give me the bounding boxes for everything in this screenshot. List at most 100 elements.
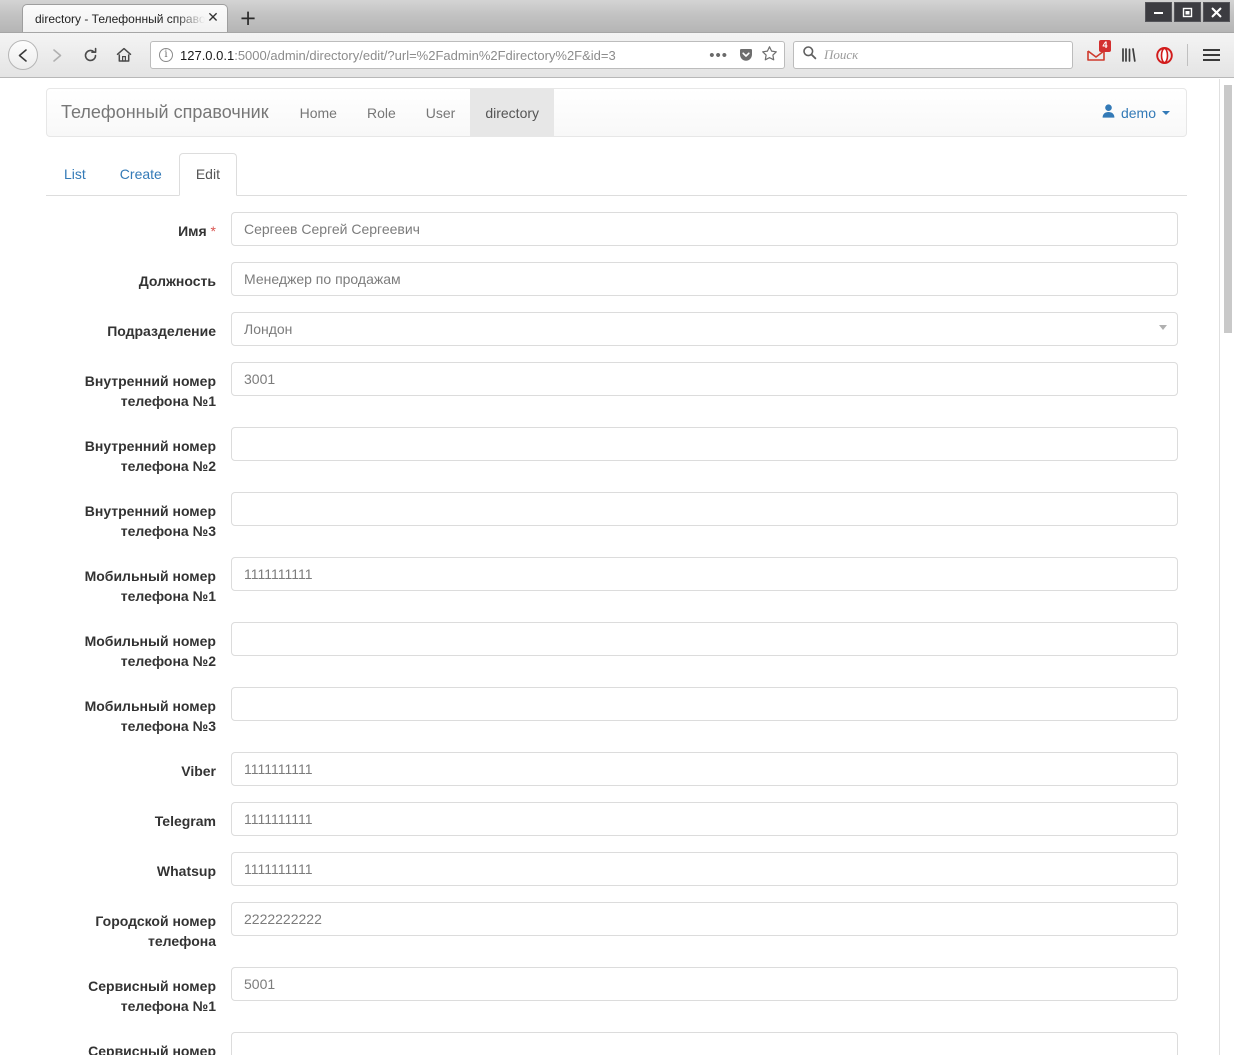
form-row-service-phone-2: Сервисный номер xyxy=(46,1032,1187,1055)
label-name: Имя * xyxy=(178,223,216,239)
browser-extension-icons: 4 xyxy=(1081,40,1226,70)
label-position: Должность xyxy=(138,273,216,289)
window-close-icon[interactable] xyxy=(1203,2,1230,22)
field-wrap-service-phone-2 xyxy=(231,1032,1178,1055)
search-input[interactable]: Поиск xyxy=(824,47,858,63)
forward-button[interactable] xyxy=(40,39,72,71)
field-wrap-whatsup xyxy=(231,852,1178,886)
close-icon[interactable]: ✕ xyxy=(205,10,221,27)
form-row-department: Подразделение xyxy=(46,312,1187,346)
label-mobile-phone-1: Мобильный номер телефона №1 xyxy=(84,568,216,604)
viber-input[interactable] xyxy=(231,752,1178,786)
nav-item-user[interactable]: User xyxy=(411,89,471,136)
internal-phone-2-input[interactable] xyxy=(231,427,1178,461)
browser-tab-title: directory - Телефонный справочник xyxy=(35,11,205,26)
new-tab-icon[interactable]: + xyxy=(230,4,266,32)
nav-item-directory[interactable]: directory xyxy=(470,89,555,136)
browser-titlebar: directory - Телефонный справочник ✕ + xyxy=(0,0,1234,33)
field-wrap-city-phone xyxy=(231,902,1178,936)
whatsup-input[interactable] xyxy=(231,852,1178,886)
opera-extension-icon[interactable] xyxy=(1149,40,1179,70)
page-actions-icon[interactable]: ••• xyxy=(706,47,731,64)
form-row-mobile-phone-2: Мобильный номер телефона №2 xyxy=(46,622,1187,671)
internal-phone-1-input[interactable] xyxy=(231,362,1178,396)
nav-item-role[interactable]: Role xyxy=(352,89,411,136)
field-wrap-telegram xyxy=(231,802,1178,836)
form-row-position: Должность xyxy=(46,262,1187,296)
chevron-down-icon xyxy=(1162,110,1170,115)
pocket-icon[interactable] xyxy=(738,47,754,63)
menu-hamburger-icon[interactable] xyxy=(1196,40,1226,70)
browser-window: directory - Телефонный справочник ✕ + xyxy=(0,0,1234,1055)
address-bar[interactable]: i 127.0.0.1:5000/admin/directory/edit/?u… xyxy=(150,41,785,69)
home-icon[interactable] xyxy=(108,39,140,71)
search-bar[interactable]: Поиск xyxy=(793,41,1073,69)
label-city-phone: Городской номер телефона xyxy=(95,913,216,949)
field-wrap-name xyxy=(231,212,1178,246)
browser-toolbar: i 127.0.0.1:5000/admin/directory/edit/?u… xyxy=(0,33,1234,78)
user-menu-label: demo xyxy=(1120,104,1156,121)
back-button[interactable] xyxy=(8,40,38,70)
person-icon xyxy=(1102,104,1115,121)
form-row-mobile-phone-1: Мобильный номер телефона №1 xyxy=(46,557,1187,606)
minimize-icon[interactable] xyxy=(1145,2,1172,22)
position-input[interactable] xyxy=(231,262,1178,296)
internal-phone-3-input[interactable] xyxy=(231,492,1178,526)
page-scrollbar-thumb[interactable] xyxy=(1224,85,1232,333)
reload-icon[interactable] xyxy=(74,39,106,71)
service-phone-2-input[interactable] xyxy=(231,1032,1178,1055)
mobile-phone-3-input[interactable] xyxy=(231,687,1178,721)
nav-item-home[interactable]: Home xyxy=(285,89,352,136)
label-service-phone-1: Сервисный номер телефона №1 xyxy=(88,978,216,1014)
user-menu[interactable]: demo xyxy=(1102,104,1170,121)
form-row-name: Имя * xyxy=(46,212,1187,246)
browser-tab[interactable]: directory - Телефонный справочник ✕ xyxy=(22,4,228,32)
url-path: :5000/admin/directory/edit/?url=%2Fadmin… xyxy=(234,47,616,63)
field-wrap-mobile-phone-3 xyxy=(231,687,1178,721)
name-input[interactable] xyxy=(231,212,1178,246)
address-bar-text: 127.0.0.1:5000/admin/directory/edit/?url… xyxy=(180,48,699,63)
app-brand[interactable]: Телефонный справочник xyxy=(47,89,285,136)
label-internal-phone-1: Внутренний номер телефона №1 xyxy=(84,373,216,409)
tab-list[interactable]: List xyxy=(47,153,103,196)
field-wrap-mobile-phone-1 xyxy=(231,557,1178,591)
department-select[interactable] xyxy=(231,312,1178,346)
label-viber: Viber xyxy=(181,763,216,779)
label-whatsup: Whatsup xyxy=(156,863,216,879)
tab-edit[interactable]: Edit xyxy=(178,153,237,196)
site-info-icon[interactable]: i xyxy=(159,48,173,62)
form-row-service-phone-1: Сервисный номер телефона №1 xyxy=(46,967,1187,1016)
label-service-phone-2: Сервисный номер xyxy=(88,1043,216,1055)
mobile-phone-1-input[interactable] xyxy=(231,557,1178,591)
mail-extension-icon[interactable]: 4 xyxy=(1081,40,1111,70)
page-viewport: Телефонный справочник Home Role User dir… xyxy=(0,79,1234,1055)
form-row-internal-phone-2: Внутренний номер телефона №2 xyxy=(46,427,1187,476)
label-telegram: Telegram xyxy=(154,813,216,829)
form-row-viber: Viber xyxy=(46,752,1187,786)
form-row-whatsup: Whatsup xyxy=(46,852,1187,886)
field-wrap-internal-phone-2 xyxy=(231,427,1178,461)
bookmark-star-icon[interactable] xyxy=(761,45,778,66)
form-row-mobile-phone-3: Мобильный номер телефона №3 xyxy=(46,687,1187,736)
toolbar-divider xyxy=(1187,44,1188,66)
city-phone-input[interactable] xyxy=(231,902,1178,936)
tab-create[interactable]: Create xyxy=(103,153,179,196)
form-row-internal-phone-3: Внутренний номер телефона №3 xyxy=(46,492,1187,541)
required-marker: * xyxy=(210,223,216,239)
maximize-icon[interactable] xyxy=(1174,2,1201,22)
service-phone-1-input[interactable] xyxy=(231,967,1178,1001)
field-wrap-internal-phone-1 xyxy=(231,362,1178,396)
label-internal-phone-2: Внутренний номер телефона №2 xyxy=(84,438,216,474)
field-wrap-department xyxy=(231,312,1178,346)
telegram-input[interactable] xyxy=(231,802,1178,836)
url-host: 127.0.0.1 xyxy=(180,47,235,63)
field-wrap-mobile-phone-2 xyxy=(231,622,1178,656)
field-wrap-position xyxy=(231,262,1178,296)
form-row-telegram: Telegram xyxy=(46,802,1187,836)
mobile-phone-2-input[interactable] xyxy=(231,622,1178,656)
mail-badge-count: 4 xyxy=(1099,40,1111,52)
app-navbar: Телефонный справочник Home Role User dir… xyxy=(46,88,1187,137)
field-wrap-service-phone-1 xyxy=(231,967,1178,1001)
library-icon[interactable] xyxy=(1115,40,1145,70)
page-scrollbar[interactable] xyxy=(1219,79,1234,1055)
